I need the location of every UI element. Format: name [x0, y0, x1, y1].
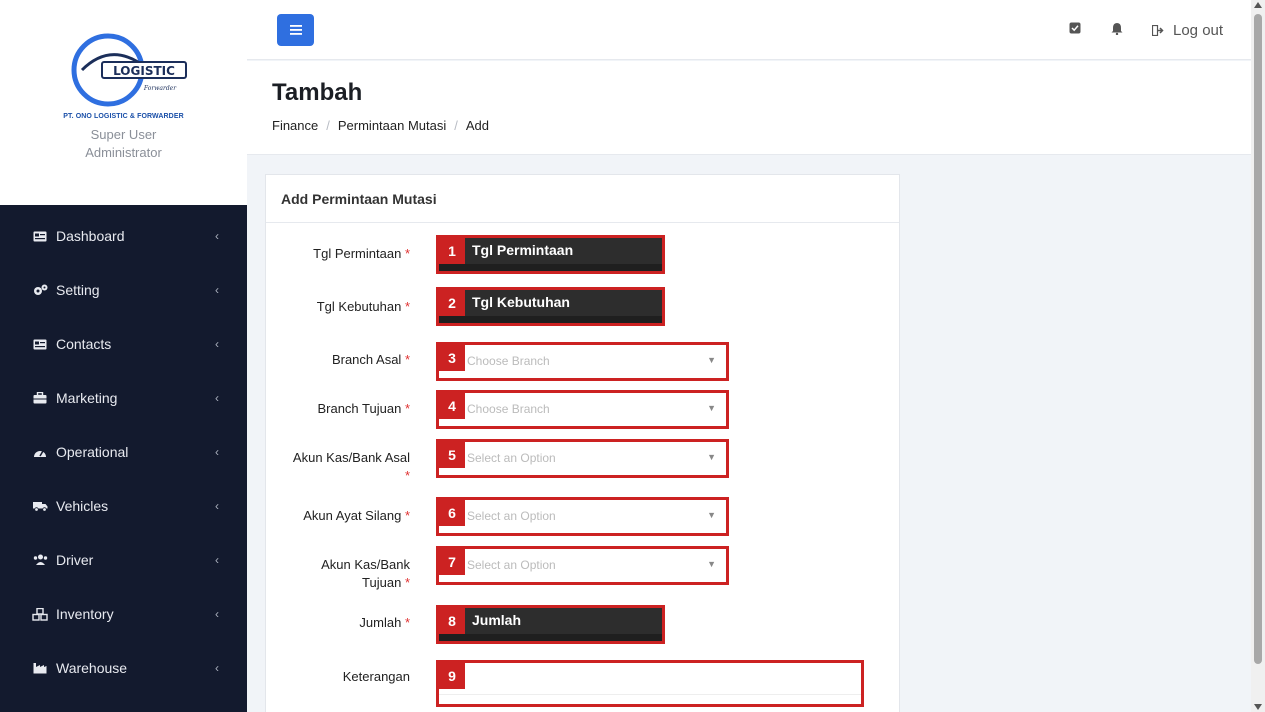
company-name: PT. ONO LOGISTIC & FORWARDER	[63, 113, 184, 120]
industry-icon	[32, 661, 48, 675]
user-role-line2: Administrator	[85, 145, 162, 160]
chevron-left-icon: ‹	[215, 553, 219, 567]
sidebar-toggle-button[interactable]	[277, 14, 314, 46]
breadcrumb-permintaan-mutasi[interactable]: Permintaan Mutasi	[338, 118, 446, 133]
keterangan-textarea[interactable]: 9	[436, 660, 864, 707]
sign-out-icon	[1152, 24, 1164, 36]
jumlah-input[interactable]: 8 Jumlah	[436, 605, 665, 644]
top-navbar: Log out	[247, 0, 1251, 60]
sidebar-item-label: Marketing	[56, 390, 118, 406]
annotation-badge: 4	[439, 393, 465, 419]
hamburger-icon	[289, 25, 302, 35]
users-icon	[32, 553, 48, 567]
page-scrollbar[interactable]	[1251, 0, 1265, 712]
akun-kas-bank-asal-select[interactable]: 5 Select an Option ▼	[436, 439, 729, 478]
tgl-permintaan-input[interactable]: 1 Tgl Permintaan	[436, 235, 665, 274]
chevron-left-icon: ‹	[215, 283, 219, 297]
tasks-button[interactable]	[1067, 20, 1083, 36]
caret-down-icon: ▼	[707, 452, 716, 462]
svg-text:LOGISTIC: LOGISTIC	[113, 64, 175, 78]
gauge-icon	[32, 445, 48, 459]
sidebar-item-vehicles[interactable]: Vehicles ‹	[0, 479, 247, 533]
scrollbar-thumb[interactable]	[1254, 14, 1262, 664]
brand-panel: LOGISTIC Forwarder PT. ONO LOGISTIC & FO…	[0, 0, 247, 205]
select-placeholder: Select an Option	[467, 558, 556, 572]
svg-text:Forwarder: Forwarder	[143, 85, 177, 92]
sidebar-item-dashboard[interactable]: Dashboard ‹	[0, 209, 247, 263]
sidebar-item-label: Vehicles	[56, 498, 109, 514]
cubes-icon	[32, 607, 48, 621]
annotation-badge: 8	[439, 608, 465, 634]
select-placeholder: Choose Branch	[467, 354, 550, 368]
sidebar-item-operational[interactable]: Operational ‹	[0, 425, 247, 479]
breadcrumb: Finance / Permintaan Mutasi / Add	[272, 118, 489, 133]
chevron-left-icon: ‹	[215, 391, 219, 405]
sidebar-item-inventory[interactable]: Inventory ‹	[0, 587, 247, 641]
select-placeholder: Choose Branch	[467, 402, 550, 416]
sidebar: LOGISTIC Forwarder PT. ONO LOGISTIC & FO…	[0, 0, 247, 712]
chevron-left-icon: ‹	[215, 607, 219, 621]
annotation-badge: 1	[439, 238, 465, 264]
sidebar-item-marketing[interactable]: Marketing ‹	[0, 371, 247, 425]
bell-icon	[1111, 22, 1123, 35]
scroll-up-icon[interactable]	[1254, 2, 1262, 8]
branch-asal-select[interactable]: 3 Choose Branch ▼	[436, 342, 729, 381]
sidebar-menu: Dashboard ‹ Setting ‹ Contacts ‹ Marketi…	[0, 205, 247, 712]
sidebar-item-label: Setting	[56, 282, 100, 298]
select-placeholder: Select an Option	[467, 451, 556, 465]
card-title: Add Permintaan Mutasi	[266, 175, 899, 223]
akun-kas-bank-tujuan-select[interactable]: 7 Select an Option ▼	[436, 546, 729, 585]
annotation-text: Jumlah	[472, 612, 522, 628]
briefcase-icon	[32, 391, 48, 405]
breadcrumb-separator: /	[326, 118, 330, 133]
breadcrumb-finance[interactable]: Finance	[272, 118, 318, 133]
company-logo: LOGISTIC Forwarder	[71, 33, 187, 107]
card-icon	[32, 229, 48, 243]
sidebar-item-label: Dashboard	[56, 228, 125, 244]
sidebar-item-label: Warehouse	[56, 660, 128, 676]
annotation-text: Tgl Kebutuhan	[472, 294, 570, 310]
annotation-text: Tgl Permintaan	[472, 242, 574, 258]
sidebar-item-label: Driver	[56, 552, 94, 568]
page-title: Tambah	[272, 79, 363, 106]
page-header: Tambah Finance / Permintaan Mutasi / Add	[247, 61, 1251, 155]
annotation-badge: 2	[439, 290, 465, 316]
caret-down-icon: ▼	[707, 403, 716, 413]
annotation-badge: 5	[439, 442, 465, 468]
check-square-icon	[1069, 22, 1081, 34]
sidebar-item-warehouse[interactable]: Warehouse ‹	[0, 641, 247, 695]
breadcrumb-separator: /	[454, 118, 458, 133]
sidebar-item-label: Operational	[56, 444, 129, 460]
akun-ayat-silang-select[interactable]: 6 Select an Option ▼	[436, 497, 729, 536]
gears-icon	[32, 283, 48, 297]
chevron-left-icon: ‹	[215, 445, 219, 459]
sidebar-item-contacts[interactable]: Contacts ‹	[0, 317, 247, 371]
notifications-button[interactable]	[1109, 20, 1125, 36]
annotation-badge: 9	[439, 663, 465, 689]
scroll-down-icon[interactable]	[1254, 704, 1262, 710]
chevron-left-icon: ‹	[215, 661, 219, 675]
logout-label: Log out	[1173, 21, 1224, 39]
sidebar-item-label: Inventory	[56, 606, 114, 622]
caret-down-icon: ▼	[707, 355, 716, 365]
sidebar-item-setting[interactable]: Setting ‹	[0, 263, 247, 317]
tgl-kebutuhan-input[interactable]: 2 Tgl Kebutuhan	[436, 287, 665, 326]
chevron-left-icon: ‹	[215, 499, 219, 513]
caret-down-icon: ▼	[707, 510, 716, 520]
annotation-badge: 6	[439, 500, 465, 526]
annotation-badge: 3	[439, 345, 465, 371]
chevron-left-icon: ‹	[215, 337, 219, 351]
sidebar-item-label: Contacts	[56, 336, 112, 352]
chevron-left-icon: ‹	[215, 229, 219, 243]
annotation-badge: 7	[439, 549, 465, 575]
breadcrumb-add: Add	[465, 118, 490, 133]
select-placeholder: Select an Option	[467, 509, 556, 523]
address-card-icon	[32, 337, 48, 351]
user-role-line1: Super User	[90, 127, 157, 142]
logout-button[interactable]: Log out	[1152, 20, 1223, 40]
truck-icon	[32, 499, 48, 513]
caret-down-icon: ▼	[707, 559, 716, 569]
branch-tujuan-select[interactable]: 4 Choose Branch ▼	[436, 390, 729, 429]
sidebar-item-driver[interactable]: Driver ‹	[0, 533, 247, 587]
